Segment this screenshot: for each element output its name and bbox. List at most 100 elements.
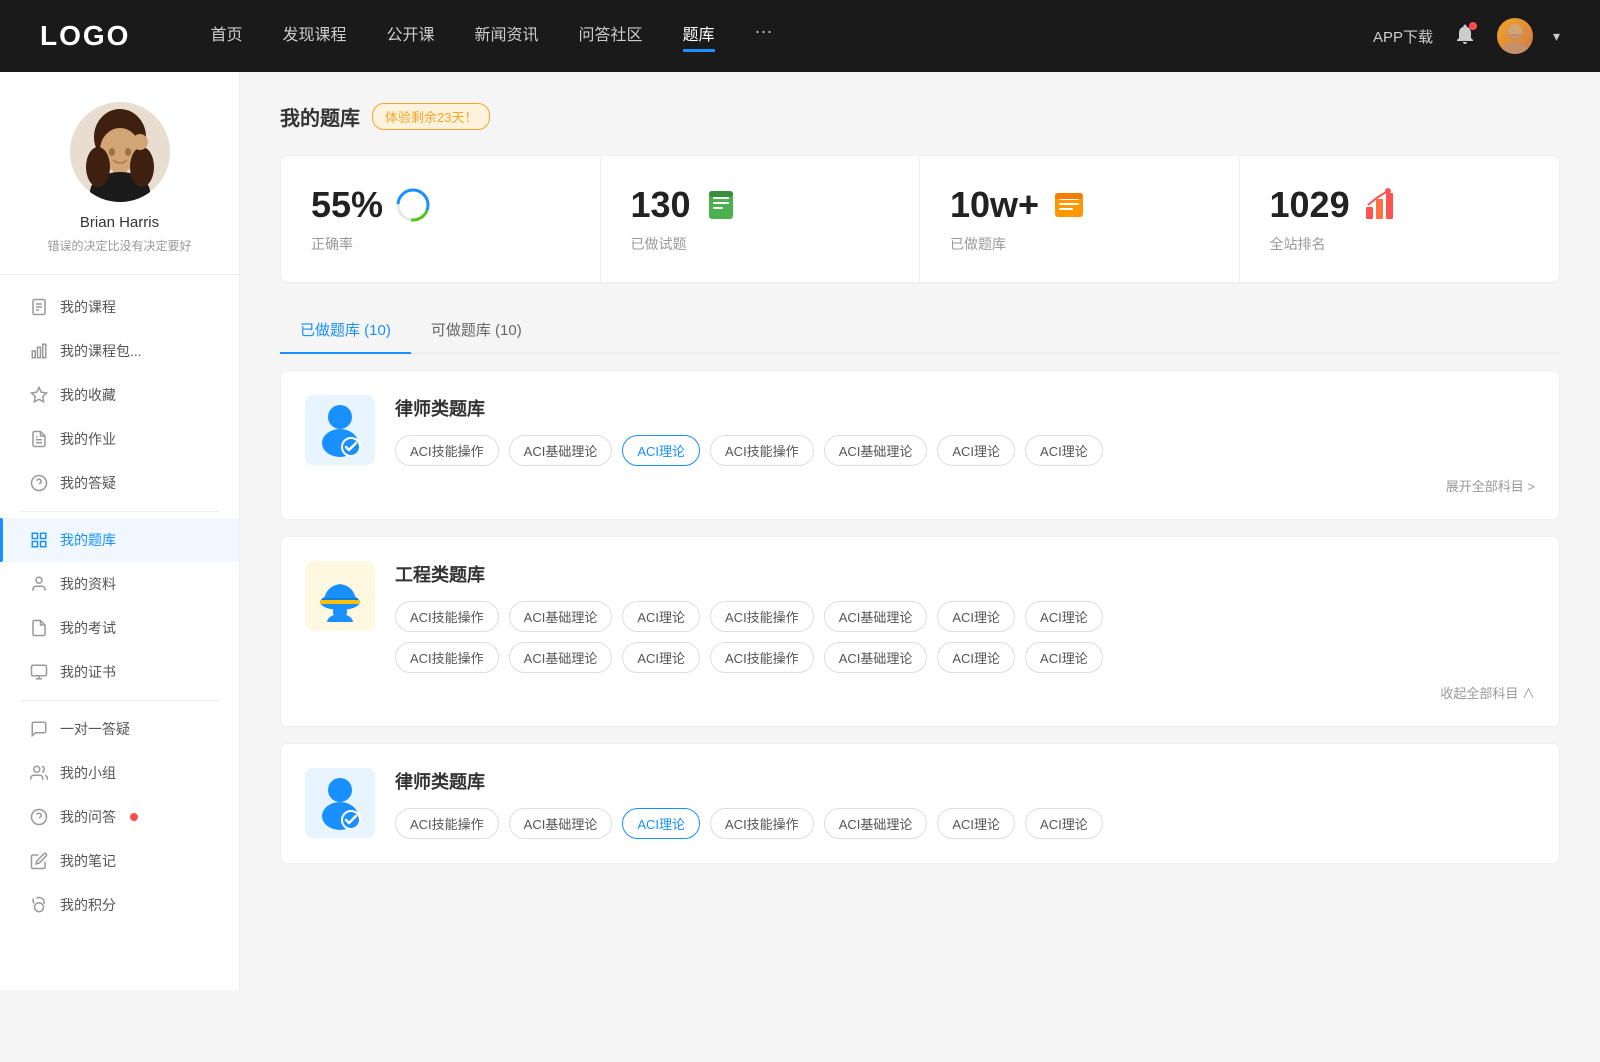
sidebar-item-one-on-one[interactable]: 一对一答疑	[0, 707, 239, 751]
nav-question-bank[interactable]: 题库	[683, 21, 715, 52]
tag-1-6[interactable]: ACI理论	[1025, 435, 1103, 466]
questions-dot	[130, 813, 138, 821]
logo[interactable]: LOGO	[40, 20, 130, 52]
nav-news[interactable]: 新闻资讯	[475, 21, 539, 52]
stat-rank-main: 1029	[1270, 184, 1530, 226]
tag-1-5[interactable]: ACI理论	[937, 435, 1015, 466]
certificate-icon	[30, 663, 48, 681]
tag-2-1[interactable]: ACI基础理论	[509, 601, 613, 632]
sidebar-item-course-packages[interactable]: 我的课程包...	[0, 329, 239, 373]
qbank-icon-engineer	[305, 561, 375, 631]
tag-1-3[interactable]: ACI技能操作	[710, 435, 814, 466]
tag-2-9[interactable]: ACI理论	[622, 642, 700, 673]
sidebar-label-certificates: 我的证书	[60, 662, 116, 682]
tab-done[interactable]: 已做题库 (10)	[280, 307, 411, 352]
stat-done-questions-label: 已做试题	[631, 234, 890, 254]
tag-1-0[interactable]: ACI技能操作	[395, 435, 499, 466]
sidebar-label-my-questions: 我的问答	[60, 807, 116, 827]
doc-green-icon	[703, 187, 739, 223]
sidebar-item-favorites[interactable]: 我的收藏	[0, 373, 239, 417]
expand-link-1[interactable]: 展开全部科目 >	[395, 476, 1535, 495]
sidebar-item-question-bank[interactable]: 我的题库	[0, 518, 239, 562]
nav-open-course[interactable]: 公开课	[386, 21, 434, 52]
trial-badge[interactable]: 体验剩余23天！	[372, 103, 490, 130]
stat-accuracy-main: 55%	[311, 184, 570, 226]
user-avatar[interactable]	[1497, 18, 1533, 54]
tag-3-1[interactable]: ACI基础理论	[509, 808, 613, 839]
qbank-title-1: 律师类题库	[395, 395, 1535, 421]
qbank-header-3: 律师类题库 ACI技能操作 ACI基础理论 ACI理论 ACI技能操作 ACI基…	[305, 768, 1535, 839]
tag-1-1[interactable]: ACI基础理论	[509, 435, 613, 466]
user-dropdown-arrow[interactable]: ▾	[1553, 28, 1560, 45]
app-download-link[interactable]: APP下载	[1373, 26, 1433, 47]
tag-1-2[interactable]: ACI理论	[622, 435, 700, 466]
lawyer-person-icon-2	[315, 776, 365, 831]
tag-2-0[interactable]: ACI技能操作	[395, 601, 499, 632]
tag-2-5[interactable]: ACI理论	[937, 601, 1015, 632]
chat-icon	[30, 720, 48, 738]
tag-3-3[interactable]: ACI技能操作	[710, 808, 814, 839]
tag-2-13[interactable]: ACI理论	[1025, 642, 1103, 673]
tag-3-6[interactable]: ACI理论	[1025, 808, 1103, 839]
avatar-image	[1497, 18, 1533, 54]
tag-2-7[interactable]: ACI技能操作	[395, 642, 499, 673]
tabs: 已做题库 (10) 可做题库 (10)	[280, 307, 1560, 354]
tab-available[interactable]: 可做题库 (10)	[411, 307, 542, 352]
stat-done-banks-label: 已做题库	[950, 234, 1209, 254]
profile-motto: 错误的决定比没有决定要好	[20, 237, 219, 254]
nav-more[interactable]: ···	[755, 21, 773, 52]
profile-name: Brian Harris	[20, 214, 219, 231]
sidebar-item-certificates[interactable]: 我的证书	[0, 650, 239, 694]
stat-rank-label: 全站排名	[1270, 234, 1530, 254]
stat-rank-value: 1029	[1270, 184, 1350, 226]
file-icon	[30, 298, 48, 316]
tag-2-12[interactable]: ACI理论	[937, 642, 1015, 673]
collapse-link-2[interactable]: 收起全部科目 ∧	[395, 683, 1535, 702]
accuracy-pie-icon	[395, 187, 431, 223]
tag-2-3[interactable]: ACI技能操作	[710, 601, 814, 632]
separator-2	[20, 700, 219, 701]
qbank-title-2: 工程类题库	[395, 561, 1535, 587]
tag-3-2[interactable]: ACI理论	[622, 808, 700, 839]
sidebar-label-profile: 我的资料	[60, 574, 116, 594]
qbank-content-2: 工程类题库 ACI技能操作 ACI基础理论 ACI理论 ACI技能操作 ACI基…	[395, 561, 1535, 702]
sidebar-item-points[interactable]: 我的积分	[0, 883, 239, 927]
sidebar-label-one-on-one: 一对一答疑	[60, 719, 130, 739]
tag-2-8[interactable]: ACI基础理论	[509, 642, 613, 673]
sidebar-item-exams[interactable]: 我的考试	[0, 606, 239, 650]
notification-bell[interactable]	[1453, 22, 1477, 51]
sidebar-item-profile[interactable]: 我的资料	[0, 562, 239, 606]
sidebar-item-questions[interactable]: 我的答疑	[0, 461, 239, 505]
sidebar-label-favorites: 我的收藏	[60, 385, 116, 405]
qbank-tags-2-row1: ACI技能操作 ACI基础理论 ACI理论 ACI技能操作 ACI基础理论 AC…	[395, 601, 1535, 632]
sidebar-item-my-questions[interactable]: 我的问答	[0, 795, 239, 839]
edit-icon	[30, 852, 48, 870]
tag-3-5[interactable]: ACI理论	[937, 808, 1015, 839]
sidebar-item-groups[interactable]: 我的小组	[0, 751, 239, 795]
lawyer-person-icon-1	[315, 403, 365, 458]
nav-qa[interactable]: 问答社区	[579, 21, 643, 52]
tag-2-2[interactable]: ACI理论	[622, 601, 700, 632]
tag-2-6[interactable]: ACI理论	[1025, 601, 1103, 632]
qbank-header-1: 律师类题库 ACI技能操作 ACI基础理论 ACI理论 ACI技能操作 ACI基…	[305, 395, 1535, 495]
sidebar-item-homework[interactable]: 我的作业	[0, 417, 239, 461]
stat-done-questions-main: 130	[631, 184, 890, 226]
qbank-card-engineer: 工程类题库 ACI技能操作 ACI基础理论 ACI理论 ACI技能操作 ACI基…	[280, 536, 1560, 727]
nav-discover[interactable]: 发现课程	[282, 21, 346, 52]
qbank-card-lawyer-2: 律师类题库 ACI技能操作 ACI基础理论 ACI理论 ACI技能操作 ACI基…	[280, 743, 1560, 864]
nav-home[interactable]: 首页	[210, 21, 242, 52]
tag-2-4[interactable]: ACI基础理论	[824, 601, 928, 632]
tag-2-11[interactable]: ACI基础理论	[824, 642, 928, 673]
chart-red-icon	[1362, 187, 1398, 223]
main-layout: Brian Harris 错误的决定比没有决定要好 我的课程 我的课程包...	[0, 72, 1600, 990]
page-title: 我的题库	[280, 102, 360, 131]
sidebar-item-courses[interactable]: 我的课程	[0, 285, 239, 329]
nav-links: 首页 发现课程 公开课 新闻资讯 问答社区 题库 ···	[210, 21, 1373, 52]
stat-done-banks: 10w+ 已做题库	[920, 156, 1240, 282]
tag-1-4[interactable]: ACI基础理论	[824, 435, 928, 466]
qbank-header-2: 工程类题库 ACI技能操作 ACI基础理论 ACI理论 ACI技能操作 ACI基…	[305, 561, 1535, 702]
tag-3-0[interactable]: ACI技能操作	[395, 808, 499, 839]
tag-3-4[interactable]: ACI基础理论	[824, 808, 928, 839]
sidebar-item-notes[interactable]: 我的笔记	[0, 839, 239, 883]
tag-2-10[interactable]: ACI技能操作	[710, 642, 814, 673]
